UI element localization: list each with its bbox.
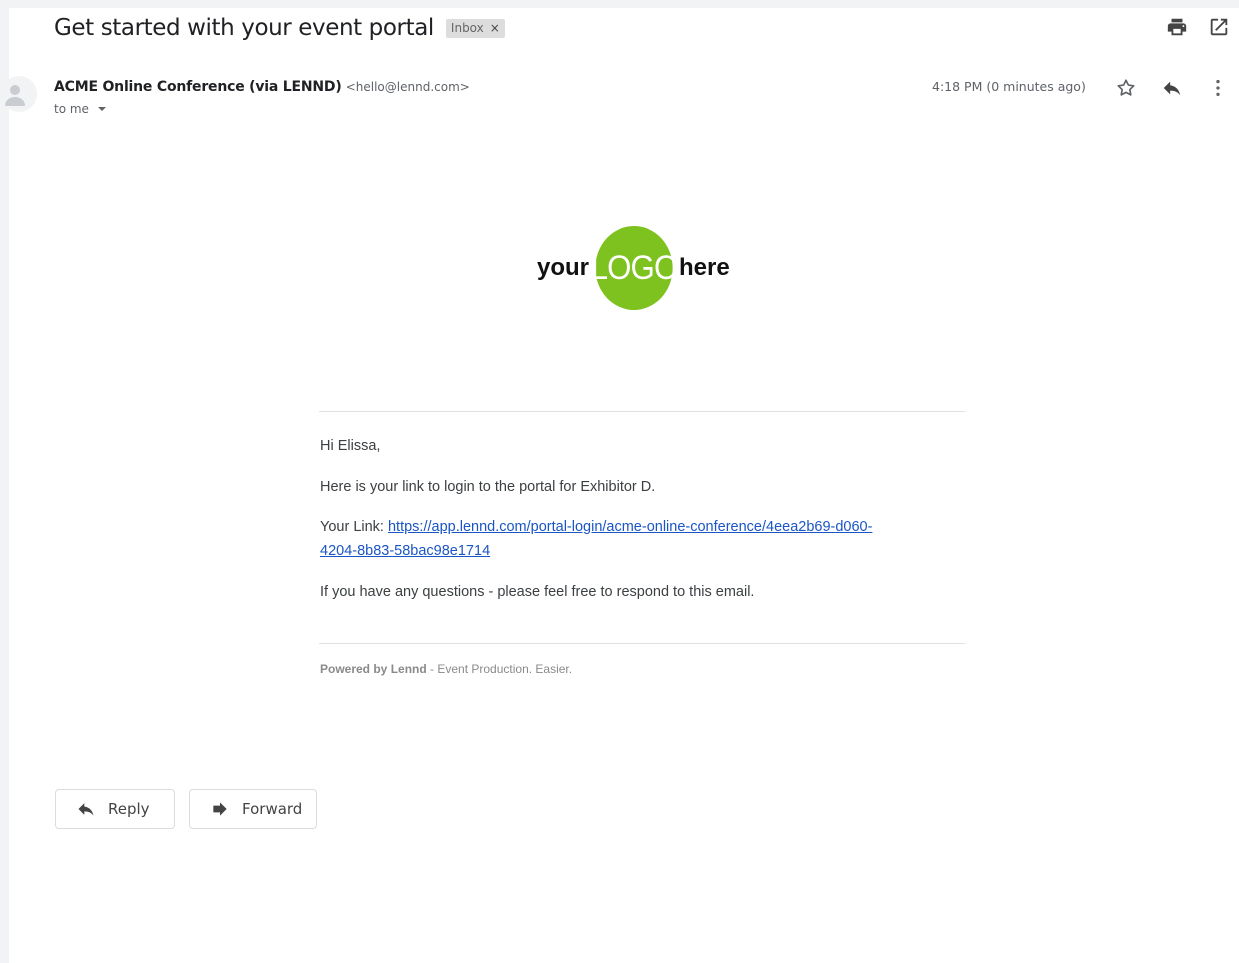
forward-button-label: Forward (242, 800, 303, 818)
email-timestamp: 4:18 PM (0 minutes ago) (932, 79, 1086, 94)
sender-avatar (1, 76, 37, 112)
top-divider (319, 411, 965, 412)
recipient-toggle[interactable]: to me (54, 102, 106, 116)
reply-button-label: Reply (108, 800, 150, 818)
logo-circle: LOGO (591, 226, 678, 310)
inbox-label-text: Inbox (450, 20, 484, 35)
portal-login-link-part-1[interactable]: https://app.lennd.com/portal-login/acme-… (388, 519, 872, 535)
link-prefix: Your Link: (320, 519, 388, 535)
open-in-new-window-icon[interactable] (1208, 16, 1230, 38)
greeting: Hi Elissa, (320, 438, 381, 454)
sender-name[interactable]: ACME Online Conference (via LENND) (54, 79, 342, 95)
forward-icon (213, 802, 227, 816)
footer-tagline: - Event Production. Easier. (426, 662, 573, 676)
message-line-3: If you have any questions - please feel … (320, 584, 755, 600)
login-link-block: Your Link: https://app.lennd.com/portal-… (320, 515, 960, 563)
company-logo: your LOGO here (537, 226, 730, 310)
logo-left-word: your (537, 254, 590, 281)
remove-label-icon[interactable]: × (490, 21, 500, 35)
star-icon[interactable] (1115, 77, 1137, 99)
email-footer: Powered by Lennd - Event Production. Eas… (320, 662, 572, 676)
footer-powered-by: Powered by Lennd (320, 662, 427, 676)
sender-email: <hello@lennd.com> (345, 80, 470, 94)
message-line-1: Here is your link to login to the portal… (320, 479, 656, 495)
print-icon[interactable] (1166, 16, 1188, 38)
reply-icon[interactable] (1161, 77, 1183, 99)
recipient-text: to me (54, 102, 89, 116)
logo-right-word: here (679, 254, 730, 281)
reply-button[interactable]: Reply (55, 789, 175, 829)
chevron-down-icon[interactable] (97, 107, 106, 111)
email-view: Get started with your event portal Inbox… (1, 8, 1239, 963)
sender-line: ACME Online Conference (via LENND) <hell… (54, 78, 470, 95)
person-icon (5, 85, 25, 106)
inbox-label-chip[interactable]: Inbox × (445, 18, 505, 38)
reply-icon (78, 803, 94, 816)
portal-login-link-part-2[interactable]: 4204-8b83-58bac98e1714 (320, 543, 490, 559)
more-vertical-icon[interactable] (1207, 77, 1229, 99)
email-subject: Get started with your event portal (54, 15, 434, 41)
forward-button[interactable]: Forward (189, 789, 317, 829)
subject-row: Get started with your event portal Inbox… (54, 12, 505, 44)
bottom-divider (319, 643, 965, 644)
